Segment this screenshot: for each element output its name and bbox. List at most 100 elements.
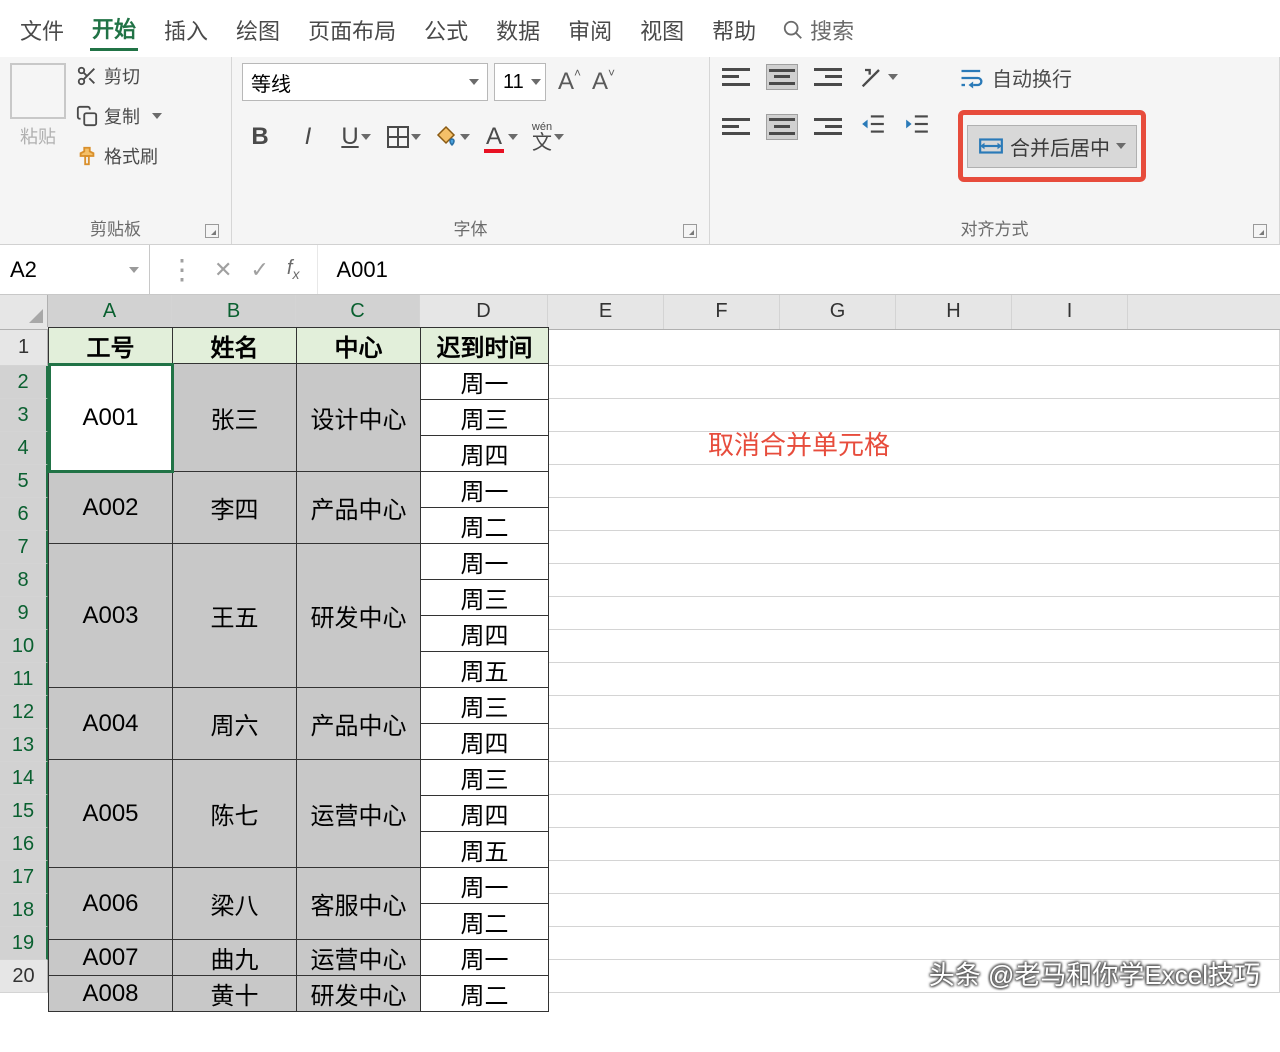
column-header-C[interactable]: C — [296, 295, 420, 329]
table-header-c4[interactable]: 迟到时间 — [421, 328, 549, 364]
merged-cell-name-A008[interactable]: 黄十 — [173, 976, 297, 1012]
merged-cell-id-A008[interactable]: A008 — [49, 976, 173, 1012]
orientation-button[interactable] — [858, 63, 898, 91]
merged-cell-id-A005[interactable]: A005 — [49, 760, 173, 868]
merged-cell-center-A006[interactable]: 客服中心 — [297, 868, 421, 940]
cell-blank-row-10[interactable] — [548, 630, 1280, 663]
day-cell[interactable]: 周五 — [421, 832, 549, 868]
row-header-10[interactable]: 10 — [0, 630, 48, 663]
cell-blank-row-8[interactable] — [548, 564, 1280, 597]
row-header-20[interactable]: 20 — [0, 960, 48, 993]
merged-cell-name-A005[interactable]: 陈七 — [173, 760, 297, 868]
cell-blank-row-5[interactable] — [548, 465, 1280, 498]
row-header-12[interactable]: 12 — [0, 696, 48, 729]
day-cell[interactable]: 周三 — [421, 688, 549, 724]
tab-draw[interactable]: 绘图 — [234, 10, 282, 50]
day-cell[interactable]: 周一 — [421, 472, 549, 508]
merged-cell-id-A007[interactable]: A007 — [49, 940, 173, 976]
dialog-launcher-icon[interactable] — [205, 224, 219, 238]
column-header-A[interactable]: A — [48, 295, 172, 329]
merged-cell-center-A004[interactable]: 产品中心 — [297, 688, 421, 760]
merged-cell-id-A003[interactable]: A003 — [49, 544, 173, 688]
cell-blank-row-12[interactable] — [548, 696, 1280, 729]
name-box[interactable]: A2 — [0, 245, 150, 294]
row-header-6[interactable]: 6 — [0, 498, 48, 531]
cell-blank-row-9[interactable] — [548, 597, 1280, 630]
column-header-H[interactable]: H — [896, 295, 1012, 329]
insert-function-button[interactable]: fx — [287, 257, 300, 282]
merge-center-button[interactable]: 合并后居中 — [967, 125, 1137, 168]
row-header-11[interactable]: 11 — [0, 663, 48, 696]
cell-blank-row-6[interactable] — [548, 498, 1280, 531]
merged-cell-center-A002[interactable]: 产品中心 — [297, 472, 421, 544]
row-header-18[interactable]: 18 — [0, 894, 48, 927]
day-cell[interactable]: 周二 — [421, 904, 549, 940]
tab-home[interactable]: 开始 — [90, 8, 138, 51]
row-header-3[interactable]: 3 — [0, 399, 48, 432]
cell-blank-row-18[interactable] — [548, 894, 1280, 927]
format-painter-button[interactable]: 格式刷 — [76, 143, 162, 169]
merged-cell-name-A001[interactable]: 张三 — [173, 364, 297, 472]
day-cell[interactable]: 周四 — [421, 724, 549, 760]
bold-button[interactable]: B — [242, 119, 278, 155]
cell-blank-row-13[interactable] — [548, 729, 1280, 762]
cell-blank-row-17[interactable] — [548, 861, 1280, 894]
merged-cell-name-A007[interactable]: 曲九 — [173, 940, 297, 976]
cancel-button[interactable]: ✕ — [214, 257, 232, 283]
column-header-F[interactable]: F — [664, 295, 780, 329]
column-header-G[interactable]: G — [780, 295, 896, 329]
column-header-E[interactable]: E — [548, 295, 664, 329]
cell-blank-row-4[interactable] — [548, 432, 1280, 465]
day-cell[interactable]: 周五 — [421, 652, 549, 688]
worksheet-grid[interactable]: ABCDEFGHI 123456789101112131415161718192… — [0, 295, 1280, 993]
border-button[interactable] — [386, 119, 422, 155]
day-cell[interactable]: 周四 — [421, 436, 549, 472]
column-header-I[interactable]: I — [1012, 295, 1128, 329]
merged-cell-id-A006[interactable]: A006 — [49, 868, 173, 940]
align-left-button[interactable] — [720, 114, 752, 140]
row-header-16[interactable]: 16 — [0, 828, 48, 861]
day-cell[interactable]: 周一 — [421, 940, 549, 976]
italic-button[interactable]: I — [290, 119, 326, 155]
merged-cell-name-A006[interactable]: 梁八 — [173, 868, 297, 940]
row-header-4[interactable]: 4 — [0, 432, 48, 465]
font-name-combo[interactable]: 等线 — [242, 63, 488, 101]
dialog-launcher-icon[interactable] — [683, 224, 697, 238]
formula-input[interactable]: A001 — [318, 245, 1280, 294]
table-header-c3[interactable]: 中心 — [297, 328, 421, 364]
day-cell[interactable]: 周一 — [421, 544, 549, 580]
column-header-D[interactable]: D — [420, 295, 548, 329]
shrink-font-button[interactable]: A˅ — [586, 68, 614, 96]
merged-cell-name-A003[interactable]: 王五 — [173, 544, 297, 688]
table-header-c1[interactable]: 工号 — [49, 328, 173, 364]
tab-insert[interactable]: 插入 — [162, 10, 210, 50]
cell-blank-row-16[interactable] — [548, 828, 1280, 861]
row-header-5[interactable]: 5 — [0, 465, 48, 498]
day-cell[interactable]: 周一 — [421, 364, 549, 400]
underline-button[interactable]: U — [338, 119, 374, 155]
enter-button[interactable]: ✓ — [250, 257, 268, 283]
fill-color-button[interactable] — [434, 119, 470, 155]
cell-blank-row-1[interactable] — [548, 330, 1280, 366]
merged-cell-id-A002[interactable]: A002 — [49, 472, 173, 544]
font-size-combo[interactable]: 11 — [494, 63, 546, 101]
row-header-17[interactable]: 17 — [0, 861, 48, 894]
row-header-15[interactable]: 15 — [0, 795, 48, 828]
paste-button[interactable]: 粘贴 — [10, 63, 66, 149]
tab-view[interactable]: 视图 — [638, 10, 686, 50]
row-header-2[interactable]: 2 — [0, 366, 48, 399]
merged-cell-center-A001[interactable]: 设计中心 — [297, 364, 421, 472]
copy-button[interactable]: 复制 — [76, 103, 162, 129]
align-center-button[interactable] — [766, 114, 798, 140]
cell-blank-row-7[interactable] — [548, 531, 1280, 564]
table-header-c2[interactable]: 姓名 — [173, 328, 297, 364]
row-header-7[interactable]: 7 — [0, 531, 48, 564]
align-middle-button[interactable] — [766, 64, 798, 90]
tab-formula[interactable]: 公式 — [422, 10, 470, 50]
merged-cell-center-A003[interactable]: 研发中心 — [297, 544, 421, 688]
merged-cell-id-A001[interactable]: A001 — [49, 364, 173, 472]
column-header-B[interactable]: B — [172, 295, 296, 329]
day-cell[interactable]: 周一 — [421, 868, 549, 904]
day-cell[interactable]: 周三 — [421, 580, 549, 616]
day-cell[interactable]: 周二 — [421, 976, 549, 1012]
